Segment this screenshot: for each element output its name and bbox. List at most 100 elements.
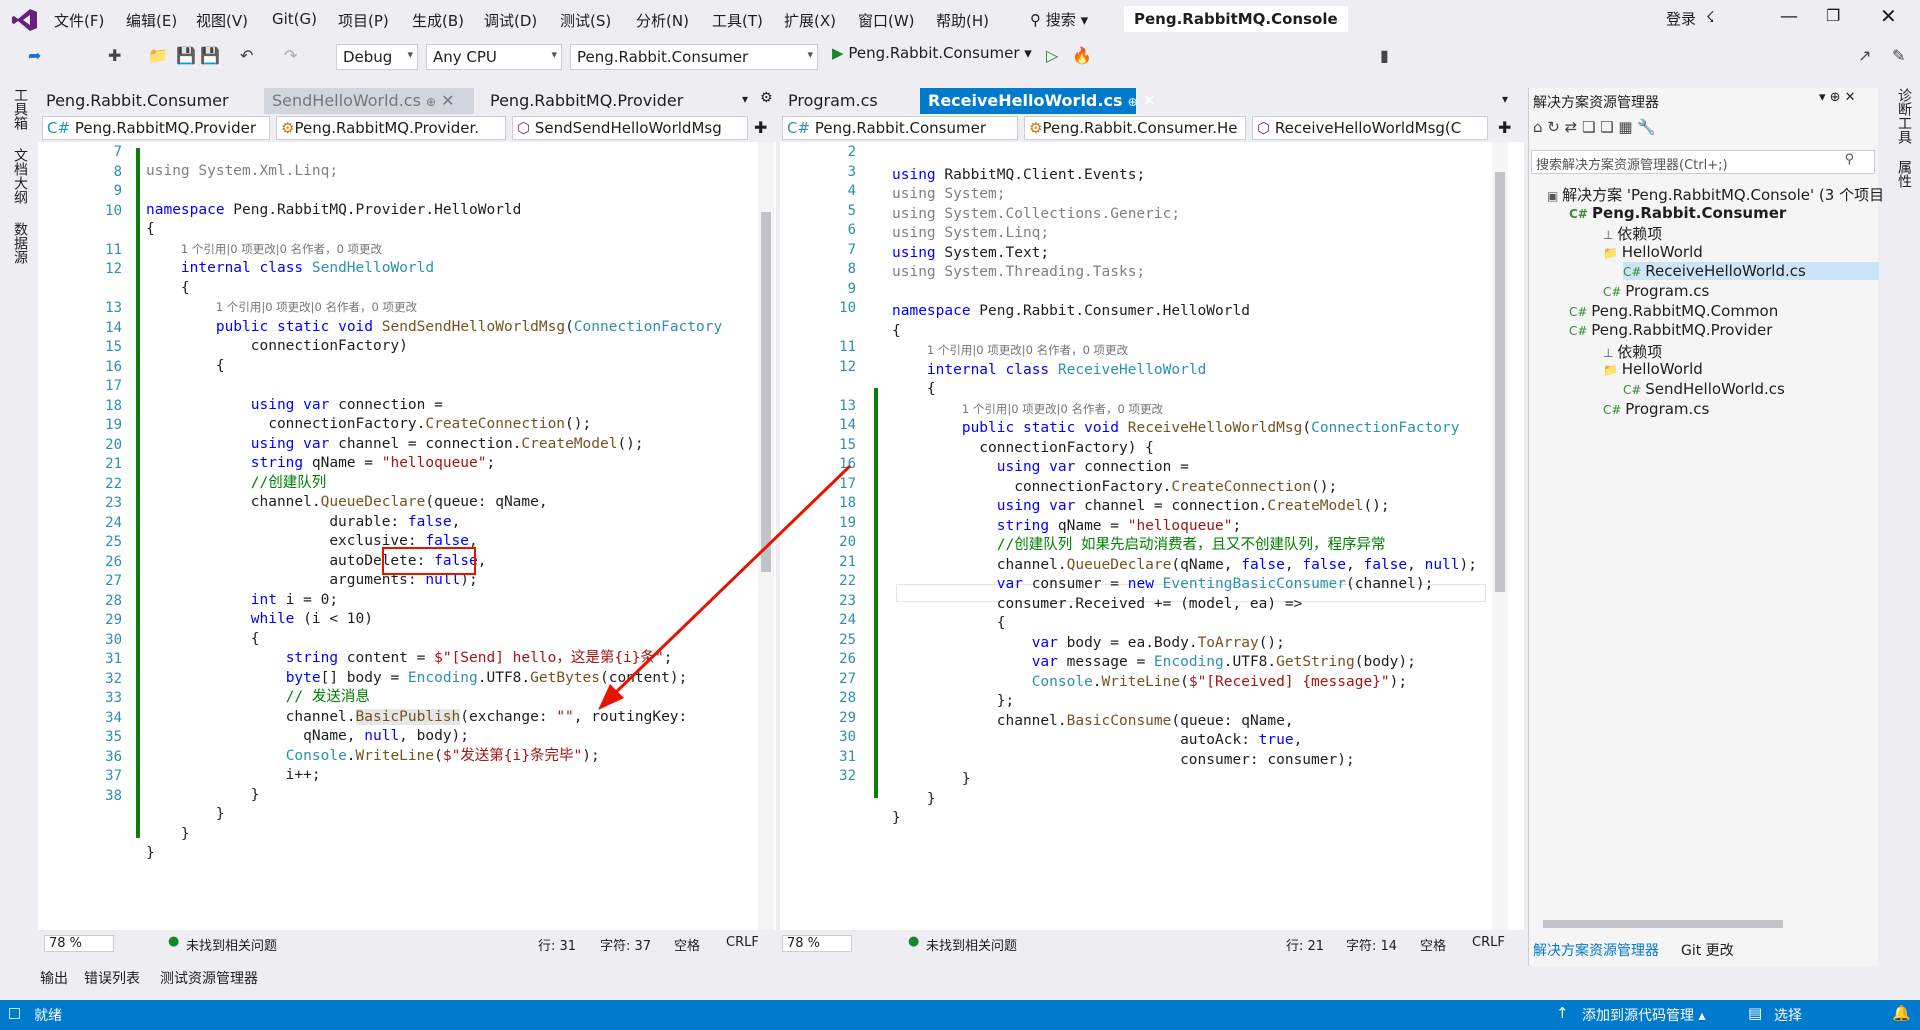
toolbox-tab[interactable]: 工具箱 <box>6 88 30 130</box>
tab-peng-rabbit-consumer[interactable]: Peng.Rabbit.Consumer <box>38 88 237 114</box>
login-link[interactable]: 登录 <box>1666 8 1696 29</box>
right-editor[interactable]: 2 3 4 5 6 7 8 9 10 11 12 13 14 15 16 17 18 19 20 21 22 23 24 25… <box>780 142 1524 930</box>
se-bottom-tab-git[interactable]: Git 更改 <box>1681 940 1734 960</box>
deps-consumer[interactable]: ⊥ 依赖项 <box>1603 223 1662 244</box>
right-scrollbar[interactable] <box>1492 142 1508 930</box>
right-zoom[interactable]: 78 % <box>782 935 852 952</box>
menu-item[interactable]: 项目(P) <box>338 10 389 31</box>
properties-tab[interactable]: 属性 <box>1890 160 1914 188</box>
se-bottom-tab-solution[interactable]: 解决方案资源管理器 <box>1533 940 1659 960</box>
tree-icon: C# <box>1603 402 1626 417</box>
close-tab-icon-active[interactable]: ✕ <box>1143 91 1156 110</box>
error-list-tab[interactable]: 错误列表 <box>84 968 140 988</box>
left-editor[interactable]: 7 8 9 10 11 12 13 14 15 16 17 18 19 20 21 22 23 24 25 26 27 2… <box>38 142 776 930</box>
bookmark-icon[interactable]: ▮ <box>1380 46 1389 65</box>
menu-item[interactable]: 分析(N) <box>636 10 689 31</box>
left-scrollbar[interactable] <box>758 142 774 930</box>
right-nav-member[interactable]: ⬡ ReceiveHelloWorldMsg(C <box>1252 116 1488 140</box>
se-hscroll[interactable] <box>1543 920 1783 928</box>
left-codelens-2[interactable]: 1 个引用|0 项更改|0 名作者，0 项更改 <box>216 300 417 314</box>
file-program-consumer[interactable]: C# Program.cs <box>1603 282 1709 300</box>
startup-project-select[interactable]: Peng.Rabbit.Consumer ▾ <box>570 44 818 70</box>
back-icon[interactable]: ➦ <box>28 46 41 65</box>
file-sendhelloworld[interactable]: C# SendHelloWorld.cs <box>1623 380 1785 398</box>
tab-receivehelloworld[interactable]: ReceiveHelloWorld.cs ⊕ ✕ <box>920 88 1156 114</box>
undo-icon[interactable]: ↶ <box>240 46 253 65</box>
gear-icon[interactable]: ⚙ <box>760 90 773 106</box>
close-tab-icon[interactable]: ✕ <box>441 91 454 110</box>
platform-select[interactable]: Any CPU ▾ <box>426 44 562 70</box>
project-consumer[interactable]: C# Peng.Rabbit.Consumer <box>1569 204 1786 222</box>
solution-node[interactable]: ▣ 解决方案 'Peng.RabbitMQ.Console' (3 个项目 <box>1547 184 1884 205</box>
close-button[interactable]: ✕ <box>1880 4 1897 28</box>
right-split-icon[interactable]: ✚ <box>1498 118 1511 137</box>
file-program-provider[interactable]: C# Program.cs <box>1603 400 1709 418</box>
tab-sendhelloworld[interactable]: SendHelloWorld.cs ⊕ ✕ <box>264 88 474 114</box>
left-codelens-1[interactable]: 1 个引用|0 项更改|0 名作者，0 项更改 <box>181 242 382 256</box>
menu-item[interactable]: 编辑(E) <box>126 10 177 31</box>
maximize-button[interactable]: ❐ <box>1826 6 1840 25</box>
hot-reload-icon[interactable]: 🔥 <box>1072 46 1092 65</box>
data-sources-tab[interactable]: 数据源 <box>6 222 30 264</box>
select-repo[interactable]: 选择 <box>1774 1005 1802 1025</box>
share-icon[interactable]: ↗ <box>1858 46 1871 65</box>
se-pin-icon[interactable]: ▾ ⊕ ✕ <box>1819 90 1856 105</box>
redo-icon[interactable]: ↷ <box>284 46 297 65</box>
menu-item[interactable]: 工具(T) <box>712 10 763 31</box>
left-zoom[interactable]: 78 % <box>44 935 114 952</box>
test-explorer-tab[interactable]: 测试资源管理器 <box>160 968 258 988</box>
folder-helloworld-provider[interactable]: 📁 HelloWorld <box>1603 360 1703 378</box>
right-codelens-1[interactable]: 1 个引用|0 项更改|0 名作者，0 项更改 <box>927 343 1128 357</box>
diagnostic-tools-tab[interactable]: 诊断工具 <box>1890 88 1914 144</box>
start-debug-button[interactable]: ▶ Peng.Rabbit.Consumer ▾ <box>832 44 1032 62</box>
start-without-debug-icon[interactable]: ▷ <box>1046 46 1058 65</box>
file-receivehelloworld[interactable]: C# ReceiveHelloWorld.cs <box>1623 262 1879 281</box>
menu-item[interactable]: 生成(B) <box>412 10 464 31</box>
config-select[interactable]: Debug ▾ <box>336 44 418 70</box>
project-provider[interactable]: C# Peng.RabbitMQ.Provider <box>1569 321 1772 339</box>
menu-item[interactable]: 扩展(X) <box>784 10 836 31</box>
tree-icon: 📁 <box>1603 363 1622 378</box>
right-scroll-thumb[interactable] <box>1495 172 1505 592</box>
output-tab[interactable]: 输出 <box>40 968 68 988</box>
save-all-icon[interactable]: 💾 <box>200 46 220 65</box>
right-tab-dropdown-icon[interactable]: ▾ <box>1502 92 1508 106</box>
folder-helloworld-consumer[interactable]: 📁 HelloWorld <box>1603 243 1703 261</box>
right-nav-class[interactable]: ⚙Peng.Rabbit.Consumer.He <box>1024 116 1246 140</box>
add-to-source-control[interactable]: 添加到源代码管理 ▴ <box>1582 1005 1705 1025</box>
split-icon[interactable]: ✚ <box>754 118 767 137</box>
right-issues[interactable]: 未找到相关问题 <box>926 935 1017 954</box>
document-outline-tab[interactable]: 文档大纲 <box>6 148 30 204</box>
feedback-icon[interactable]: ✎ <box>1892 46 1905 65</box>
line-number: 10 <box>839 300 856 316</box>
deps-provider[interactable]: ⊥ 依赖项 <box>1603 341 1662 362</box>
pin-icon[interactable]: ⊕ <box>426 95 436 109</box>
notification-bell-icon[interactable]: 🔔 <box>1892 1004 1911 1022</box>
menu-item[interactable]: 文件(F) <box>54 10 104 31</box>
menu-item[interactable]: 帮助(H) <box>936 10 989 31</box>
menu-item[interactable]: 视图(V) <box>196 10 248 31</box>
se-search-box[interactable]: 搜索解决方案资源管理器(Ctrl+;) ⚲ <box>1531 150 1875 174</box>
project-common[interactable]: C# Peng.RabbitMQ.Common <box>1569 302 1778 320</box>
open-folder-icon[interactable]: 📁 <box>148 46 168 65</box>
menu-item[interactable]: 调试(D) <box>484 10 537 31</box>
tab-program-cs[interactable]: Program.cs <box>780 88 886 114</box>
save-icon[interactable]: 💾 <box>176 46 196 65</box>
new-project-icon[interactable]: ✚ <box>108 46 121 65</box>
left-nav-member[interactable]: ⬡ SendSendHelloWorldMsg <box>512 116 748 140</box>
right-codelens-2[interactable]: 1 个引用|0 项更改|0 名作者，0 项更改 <box>962 402 1163 416</box>
left-nav-class[interactable]: ⚙Peng.RabbitMQ.Provider. <box>276 116 506 140</box>
pin-icon-active[interactable]: ⊕ <box>1128 95 1138 109</box>
menu-item[interactable]: 窗口(W) <box>858 10 915 31</box>
left-issues[interactable]: 未找到相关问题 <box>186 935 277 954</box>
menu-item[interactable]: Git(G) <box>272 10 317 28</box>
minimize-button[interactable]: — <box>1780 6 1798 27</box>
account-icon[interactable]: ☇ <box>1706 8 1715 26</box>
search-box[interactable]: ⚲ 搜索 ▾ <box>1030 9 1088 30</box>
right-nav-project[interactable]: C# Peng.Rabbit.Consumer <box>782 116 1018 140</box>
menu-item[interactable]: 测试(S) <box>560 10 611 31</box>
left-nav-project[interactable]: C# Peng.RabbitMQ.Provider <box>42 116 270 140</box>
tab-dropdown-icon[interactable]: ▾ <box>742 92 748 106</box>
left-scroll-thumb[interactable] <box>761 212 771 572</box>
tab-peng-rabbitmq-provider[interactable]: Peng.RabbitMQ.Provider <box>482 88 691 114</box>
